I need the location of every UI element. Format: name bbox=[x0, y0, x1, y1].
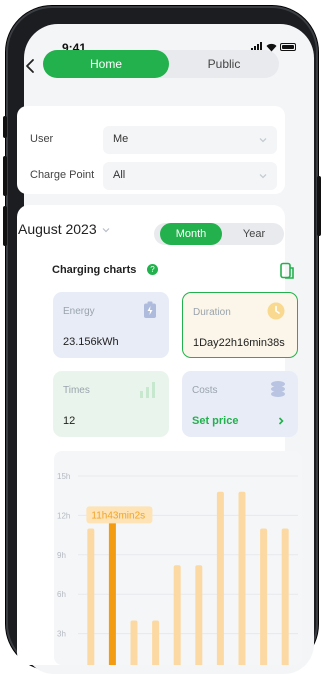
user-filter-row: User Me bbox=[17, 126, 285, 154]
back-icon[interactable] bbox=[21, 56, 41, 76]
set-price-link[interactable]: Set price bbox=[192, 415, 238, 427]
clock-icon bbox=[267, 302, 285, 320]
coins-icon bbox=[271, 381, 285, 397]
power-button bbox=[317, 176, 321, 236]
chart-bar[interactable] bbox=[281, 528, 289, 665]
chevron-right-icon bbox=[278, 417, 284, 425]
y-tick-label: 3h bbox=[57, 630, 66, 639]
y-tick-label: 6h bbox=[57, 590, 66, 599]
chart-bar[interactable] bbox=[130, 620, 138, 665]
chart-bar[interactable] bbox=[260, 528, 268, 665]
chart-bar[interactable] bbox=[238, 491, 246, 665]
duration-value: 1Day22h16min38s bbox=[193, 337, 285, 349]
charging-charts-title: Charging charts bbox=[52, 264, 137, 276]
bar-chart-icon bbox=[140, 382, 155, 398]
times-tile: Times 12 bbox=[53, 371, 169, 437]
chart-tooltip-text: 11h43min2s bbox=[91, 510, 145, 521]
y-tick-label: 9h bbox=[57, 551, 66, 560]
tab-home[interactable]: Home bbox=[43, 50, 169, 78]
y-tick-label: 15h bbox=[57, 472, 70, 481]
chevron-down-icon bbox=[259, 174, 267, 179]
costs-label: Costs bbox=[192, 385, 218, 396]
battery-icon bbox=[144, 301, 156, 318]
month-year-switch: Month Year bbox=[154, 223, 284, 245]
export-icon[interactable] bbox=[279, 262, 295, 285]
chart-bar[interactable] bbox=[173, 565, 181, 665]
user-select[interactable]: Me bbox=[103, 126, 277, 154]
chevron-down-icon bbox=[102, 228, 109, 233]
duration-label: Duration bbox=[193, 307, 231, 318]
user-value: Me bbox=[113, 133, 129, 145]
chart-bar[interactable] bbox=[108, 519, 116, 665]
energy-value: 23.156kWh bbox=[63, 336, 119, 348]
tab-month[interactable]: Month bbox=[160, 223, 222, 245]
energy-label: Energy bbox=[63, 306, 95, 317]
times-value: 12 bbox=[63, 415, 76, 427]
charging-bar-chart: 15h 12h 9h 6h 3h 11h43min2s bbox=[57, 472, 298, 665]
costs-tile[interactable]: Costs Set price bbox=[182, 371, 298, 437]
filter-card: User Me Charge Point All bbox=[17, 106, 285, 194]
month-label: August 2023 bbox=[18, 221, 97, 237]
help-icon[interactable]: ? bbox=[147, 264, 158, 275]
home-public-switch: Home Public bbox=[43, 50, 279, 78]
mute-switch bbox=[3, 116, 7, 138]
charge-point-label: Charge Point bbox=[30, 169, 95, 181]
times-label: Times bbox=[63, 385, 90, 396]
chart-bar[interactable] bbox=[152, 620, 160, 665]
month-picker[interactable]: August 2023 bbox=[18, 221, 111, 237]
charge-point-filter-row: Charge Point All bbox=[17, 162, 285, 190]
volume-down-button bbox=[3, 206, 7, 246]
charge-point-value: All bbox=[113, 169, 126, 181]
battery-status-icon bbox=[280, 42, 296, 51]
tab-public[interactable]: Public bbox=[169, 50, 279, 78]
chevron-down-icon bbox=[259, 138, 267, 143]
volume-up-button bbox=[3, 156, 7, 196]
chart-bar[interactable] bbox=[87, 528, 95, 665]
energy-tile: Energy 23.156kWh bbox=[53, 292, 169, 358]
chart-bar[interactable] bbox=[195, 565, 203, 665]
duration-tile: Duration 1Day22h16min38s bbox=[182, 292, 298, 358]
y-tick-label: 12h bbox=[57, 511, 70, 520]
tab-year[interactable]: Year bbox=[228, 223, 280, 245]
user-label: User bbox=[30, 133, 54, 145]
charge-point-select[interactable]: All bbox=[103, 162, 277, 190]
chart-bar[interactable] bbox=[216, 491, 224, 665]
